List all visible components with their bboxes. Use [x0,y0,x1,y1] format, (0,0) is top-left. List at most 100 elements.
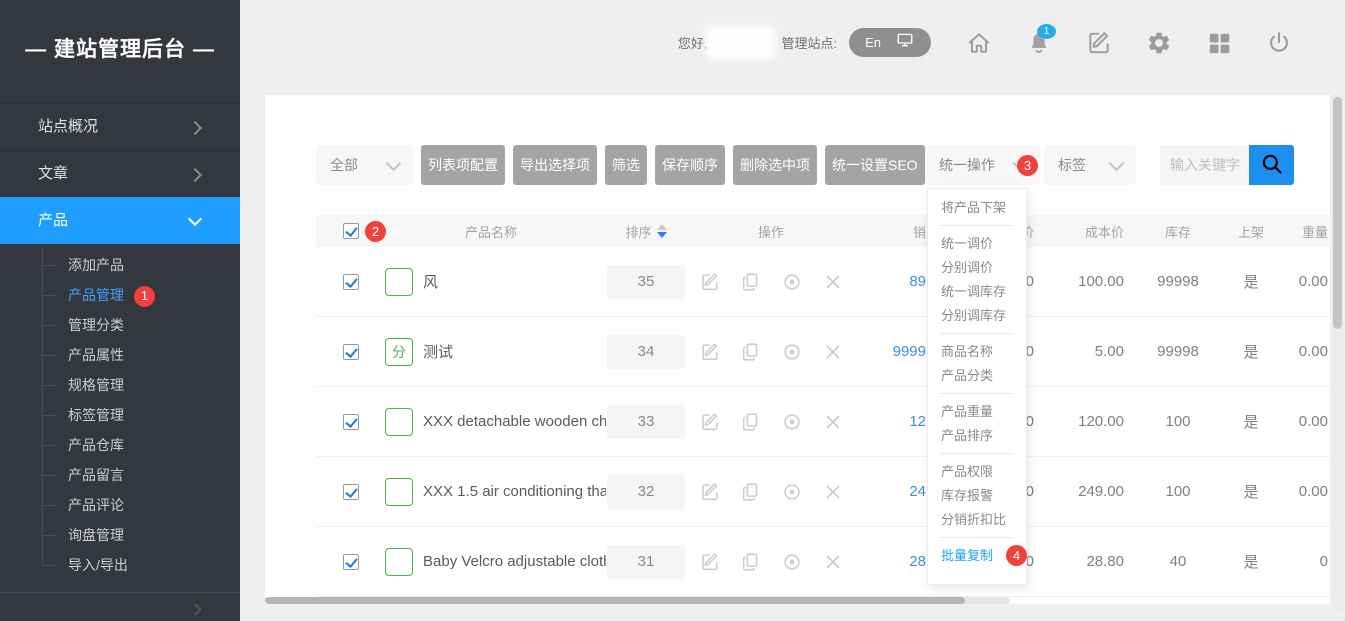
submenu-item[interactable]: 产品仓库 [0,430,240,460]
view-icon[interactable] [781,411,803,433]
menu-item-label: 批量复制 [941,548,993,563]
menu-item[interactable]: 产品排序 [928,424,1026,448]
toolbar-button[interactable]: 统一设置SEO [825,145,925,185]
sort-order-input[interactable]: 35 [607,265,685,299]
search-input[interactable] [1160,145,1249,185]
home-icon[interactable] [965,29,992,56]
vertical-scrollbar[interactable] [1332,95,1343,611]
menu-item[interactable]: 分销折扣比 [928,508,1026,532]
sort-order-input[interactable]: 34 [607,335,685,369]
menu-item[interactable]: 产品重量 [928,400,1026,424]
sidebar-item-articles[interactable]: 文章 [0,150,240,197]
tag-select[interactable]: 标签 [1044,145,1136,185]
sidebar-item-site-overview[interactable]: 站点概况 [0,103,240,150]
delete-icon[interactable] [822,551,844,573]
column-header-weight[interactable]: 重量 [1272,222,1330,241]
column-header-name[interactable]: 产品名称 [376,222,606,241]
submenu-item[interactable]: 标签管理 [0,400,240,430]
column-header-onsale[interactable]: 上架 [1230,222,1272,241]
toolbar-button[interactable]: 列表项配置 [421,145,505,185]
horizontal-scrollbar-thumb[interactable] [265,597,965,604]
menu-item[interactable]: 将产品下架 [928,196,1026,220]
gear-icon[interactable] [1145,29,1172,56]
delete-icon[interactable] [822,271,844,293]
copy-icon[interactable] [740,341,762,363]
weight-value: 0.00 [1272,273,1330,290]
submenu-item[interactable]: 产品留言 [0,460,240,490]
column-header-cost[interactable]: 成本价 [1044,222,1126,241]
row-checkbox[interactable] [343,414,359,430]
row-checkbox[interactable] [343,484,359,500]
search-button[interactable] [1249,145,1294,185]
sales-count[interactable]: 9999 [856,343,930,360]
sales-count[interactable]: 12 [856,413,930,430]
menu-item[interactable]: 商品名称 [928,340,1026,364]
bell-icon[interactable]: 1 [1025,29,1052,56]
submenu-item[interactable]: 产品属性 [0,340,240,370]
edit-icon[interactable] [699,481,721,503]
copy-icon[interactable] [740,411,762,433]
language-site-pill[interactable]: En [849,28,931,57]
view-icon[interactable] [781,551,803,573]
toolbar-button[interactable]: 删除选中项 [733,145,817,185]
menu-item[interactable]: 库存报警 [928,484,1026,508]
cost-price: 100.00 [1044,273,1126,290]
menu-item[interactable]: 分别调价 [928,256,1026,280]
select-all-checkbox[interactable] [343,223,359,239]
column-header-stock[interactable]: 库存 [1126,222,1230,241]
edit-icon[interactable] [699,341,721,363]
submenu-item[interactable]: 询盘管理 [0,520,240,550]
submenu-item[interactable]: 管理分类 [0,310,240,340]
sales-count[interactable]: 28 [856,553,930,570]
sales-count[interactable]: 24 [856,483,930,500]
edit-icon[interactable] [1085,29,1112,56]
submenu-item[interactable]: 产品评论 [0,490,240,520]
delete-icon[interactable] [822,481,844,503]
column-header-sort[interactable]: 排序 [606,222,686,241]
callout-badge-4: 4 [1006,545,1027,566]
sort-arrows-icon[interactable] [657,224,667,238]
menu-item[interactable]: 分别调库存 [928,304,1026,328]
topbar: 您好, 管理站点: En 1 [240,0,1345,95]
table-row: 分 测试 34 9999 00 5.00 99998 是 0.00 [316,317,1330,387]
view-icon[interactable] [781,481,803,503]
menu-item[interactable]: 产品权限 [928,460,1026,484]
horizontal-scrollbar[interactable] [265,597,1010,604]
menu-item[interactable]: 产品分类 [928,364,1026,388]
sidebar-item-products[interactable]: 产品 [0,197,240,244]
category-tag [385,268,413,296]
toolbar-button[interactable]: 筛选 [605,145,647,185]
filter-select[interactable]: 全部 [316,145,413,185]
row-checkbox[interactable] [343,344,359,360]
menu-item[interactable]: 统一调价 [928,232,1026,256]
row-checkbox[interactable] [343,274,359,290]
copy-icon[interactable] [740,271,762,293]
toolbar-button[interactable]: 保存顺序 [655,145,725,185]
vertical-scrollbar-thumb[interactable] [1333,97,1342,329]
copy-icon[interactable] [740,481,762,503]
sales-count[interactable]: 89 [856,273,930,290]
sort-order-input[interactable]: 33 [607,405,685,439]
delete-icon[interactable] [822,411,844,433]
delete-icon[interactable] [822,341,844,363]
copy-icon[interactable] [740,551,762,573]
submenu-item[interactable]: 规格管理 [0,370,240,400]
row-checkbox[interactable] [343,554,359,570]
toolbar-button[interactable]: 导出选择项 [513,145,597,185]
sort-order-input[interactable]: 32 [607,475,685,509]
view-icon[interactable] [781,341,803,363]
apps-grid-icon[interactable] [1205,29,1232,56]
view-icon[interactable] [781,271,803,293]
submenu-item[interactable]: 导入/导出 [0,550,240,580]
submenu-item[interactable]: 添加产品 [0,250,240,280]
power-icon[interactable] [1265,29,1292,56]
menu-item[interactable]: 批量复制 4 [928,544,1026,568]
submenu-item[interactable]: 产品管理1 [0,280,240,310]
edit-icon[interactable] [699,271,721,293]
sort-order-input[interactable]: 31 [607,545,685,579]
column-header-sales[interactable]: 销 [856,222,930,241]
edit-icon[interactable] [699,411,721,433]
menu-item[interactable]: 统一调库存 [928,280,1026,304]
column-header-ops: 操作 [686,222,856,241]
edit-icon[interactable] [699,551,721,573]
